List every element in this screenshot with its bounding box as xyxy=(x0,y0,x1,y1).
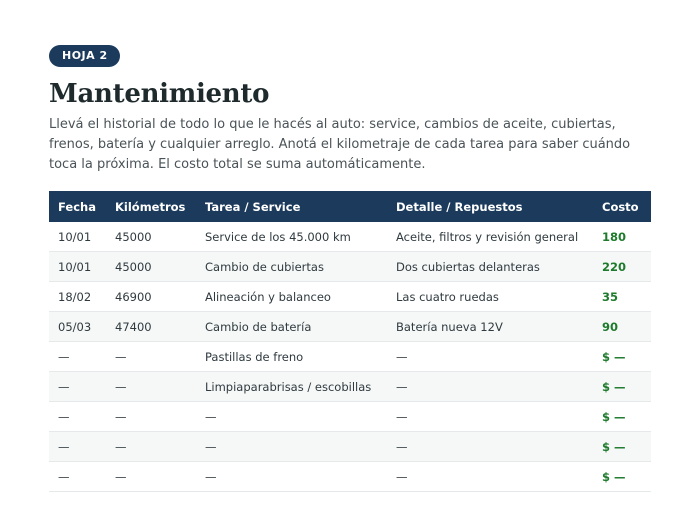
cell-tarea[interactable]: — xyxy=(196,431,387,462)
cell-fecha[interactable]: 05/03 xyxy=(49,311,106,342)
cell-costo[interactable]: 220 xyxy=(593,251,651,282)
cell-kilometros[interactable]: 45000 xyxy=(106,222,196,252)
cell-costo[interactable]: 90 xyxy=(593,311,651,342)
cell-costo[interactable]: $ — xyxy=(593,401,651,432)
table-header-row: Fecha Kilómetros Tarea / Service Detalle… xyxy=(49,191,651,222)
cell-costo[interactable]: $ — xyxy=(593,341,651,372)
cell-kilometros[interactable]: 47400 xyxy=(106,311,196,342)
cell-fecha[interactable]: — xyxy=(49,371,106,402)
table-row: — — — — $ — xyxy=(49,431,651,462)
table-row: — — Pastillas de freno — $ — xyxy=(49,341,651,372)
cell-fecha[interactable]: — xyxy=(49,431,106,462)
table-row: 10/01 45000 Cambio de cubiertas Dos cubiert… xyxy=(49,251,651,282)
table-row: — — Limpiaparabrisas / escobillas — $ — xyxy=(49,371,651,402)
cell-detalle[interactable]: — xyxy=(387,401,593,432)
cell-detalle[interactable]: Batería nueva 12V xyxy=(387,311,593,342)
column-header-detalle[interactable]: Detalle / Repuestos xyxy=(387,191,593,222)
cell-tarea[interactable]: Cambio de batería xyxy=(196,311,387,342)
cell-fecha[interactable]: 10/01 xyxy=(49,251,106,282)
cell-tarea[interactable]: — xyxy=(196,461,387,492)
cell-detalle[interactable]: — xyxy=(387,371,593,402)
table-row: 10/01 45000 Service de los 45.000 km Aceite… xyxy=(49,222,651,252)
cell-tarea[interactable]: Cambio de cubiertas xyxy=(196,251,387,282)
cell-tarea[interactable]: Service de los 45.000 km xyxy=(196,222,387,252)
cell-tarea[interactable]: Limpiaparabrisas / escobillas xyxy=(196,371,387,402)
cell-costo[interactable]: $ — xyxy=(593,371,651,402)
table-row: — — — — $ — xyxy=(49,401,651,432)
cell-fecha[interactable]: — xyxy=(49,401,106,432)
cell-costo[interactable]: 35 xyxy=(593,281,651,312)
cell-kilometros[interactable]: — xyxy=(106,461,196,492)
cell-fecha[interactable]: — xyxy=(49,341,106,372)
column-header-costo[interactable]: Costo xyxy=(593,191,651,222)
column-header-fecha[interactable]: Fecha xyxy=(49,191,106,222)
page-title: Mantenimiento xyxy=(49,79,270,109)
sheet-badge: HOJA 2 xyxy=(49,45,120,67)
cell-tarea[interactable]: Alineación y balanceo xyxy=(196,281,387,312)
cell-kilometros[interactable]: — xyxy=(106,431,196,462)
cell-kilometros[interactable]: 45000 xyxy=(106,251,196,282)
cell-detalle[interactable]: — xyxy=(387,431,593,462)
cell-kilometros[interactable]: — xyxy=(106,401,196,432)
table-header: Fecha Kilómetros Tarea / Service Detalle… xyxy=(49,191,651,222)
page-description: Llevá el historial de todo lo que le hac… xyxy=(49,117,631,172)
cell-kilometros[interactable]: — xyxy=(106,341,196,372)
cell-tarea[interactable]: — xyxy=(196,401,387,432)
cell-kilometros[interactable]: — xyxy=(106,371,196,402)
table-body: 10/01 45000 Service de los 45.000 km Aceite… xyxy=(49,222,651,492)
cell-tarea[interactable]: Pastillas de freno xyxy=(196,341,387,372)
cell-detalle[interactable]: — xyxy=(387,341,593,372)
maintenance-sheet: HOJA 2 Mantenimiento Llevá el historial … xyxy=(49,44,651,492)
table-row: 18/02 46900 Alineación y balanceo Las cuatr… xyxy=(49,281,651,312)
cell-detalle[interactable]: Dos cubiertas delanteras xyxy=(387,251,593,282)
cell-fecha[interactable]: 18/02 xyxy=(49,281,106,312)
cell-costo[interactable]: $ — xyxy=(593,431,651,462)
cell-detalle[interactable]: Aceite, filtros y revisión general xyxy=(387,222,593,252)
cell-kilometros[interactable]: 46900 xyxy=(106,281,196,312)
column-header-kilometros[interactable]: Kilómetros xyxy=(106,191,196,222)
cell-detalle[interactable]: Las cuatro ruedas xyxy=(387,281,593,312)
cell-fecha[interactable]: — xyxy=(49,461,106,492)
maintenance-table: Fecha Kilómetros Tarea / Service Detalle… xyxy=(49,191,651,492)
cell-detalle[interactable]: — xyxy=(387,461,593,492)
table-row: 05/03 47400 Cambio de batería Batería nueva… xyxy=(49,311,651,342)
cell-fecha[interactable]: 10/01 xyxy=(49,222,106,252)
table-row: — — — — $ — xyxy=(49,461,651,492)
column-header-tarea[interactable]: Tarea / Service xyxy=(196,191,387,222)
cell-costo[interactable]: $ — xyxy=(593,461,651,492)
cell-costo[interactable]: 180 xyxy=(593,222,651,252)
